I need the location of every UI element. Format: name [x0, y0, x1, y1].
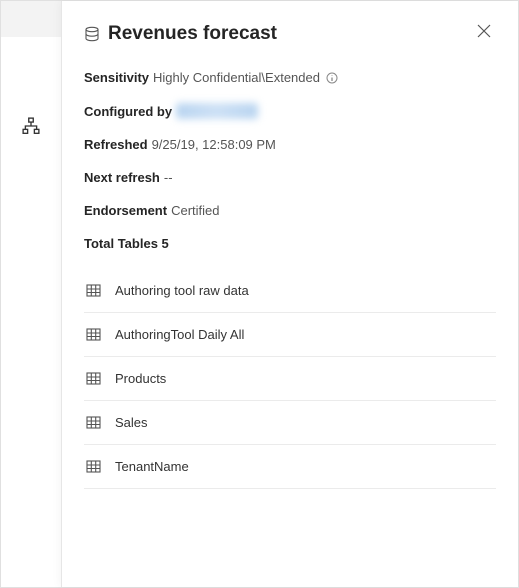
configured-by-row: Configured by — [84, 103, 496, 119]
endorsement-label: Endorsement — [84, 203, 167, 218]
table-icon — [86, 371, 101, 386]
table-name: Products — [115, 371, 166, 386]
table-icon — [86, 459, 101, 474]
sensitivity-label: Sensitivity — [84, 70, 149, 85]
tables-list: Authoring tool raw data AuthoringTool Da… — [84, 269, 496, 489]
table-row[interactable]: Sales — [84, 401, 496, 445]
lineage-icon[interactable] — [22, 117, 40, 135]
endorsement-value: Certified — [171, 203, 219, 218]
total-tables-header: Total Tables 5 — [84, 236, 496, 251]
table-name: Authoring tool raw data — [115, 283, 249, 298]
next-refresh-label: Next refresh — [84, 170, 160, 185]
close-button[interactable] — [472, 19, 496, 48]
endorsement-row: Endorsement Certified — [84, 203, 496, 218]
table-row[interactable]: Products — [84, 357, 496, 401]
details-panel: Revenues forecast Sensitivity Highly Con… — [61, 1, 518, 587]
next-refresh-value: -- — [164, 170, 173, 185]
info-icon[interactable] — [326, 72, 338, 84]
panel-title: Revenues forecast — [108, 23, 277, 45]
next-refresh-row: Next refresh -- — [84, 170, 496, 185]
dataset-icon — [84, 26, 100, 42]
table-name: Sales — [115, 415, 148, 430]
table-name: AuthoringTool Daily All — [115, 327, 244, 342]
table-icon — [86, 327, 101, 342]
sensitivity-row: Sensitivity Highly Confidential\Extended — [84, 70, 496, 85]
refreshed-label: Refreshed — [84, 137, 148, 152]
sensitivity-value: Highly Confidential\Extended — [153, 70, 320, 85]
table-icon — [86, 415, 101, 430]
table-row[interactable]: Authoring tool raw data — [84, 269, 496, 313]
refreshed-row: Refreshed 9/25/19, 12:58:09 PM — [84, 137, 496, 152]
refreshed-value: 9/25/19, 12:58:09 PM — [152, 137, 276, 152]
configured-by-value — [176, 103, 258, 119]
left-rail — [1, 37, 61, 587]
panel-header: Revenues forecast — [84, 19, 496, 48]
table-icon — [86, 283, 101, 298]
total-tables-count: 5 — [162, 236, 169, 251]
top-bar — [1, 1, 61, 37]
table-row[interactable]: AuthoringTool Daily All — [84, 313, 496, 357]
table-name: TenantName — [115, 459, 189, 474]
total-tables-label: Total Tables — [84, 236, 158, 251]
configured-by-label: Configured by — [84, 104, 172, 119]
table-row[interactable]: TenantName — [84, 445, 496, 489]
panel-title-wrap: Revenues forecast — [84, 23, 277, 45]
